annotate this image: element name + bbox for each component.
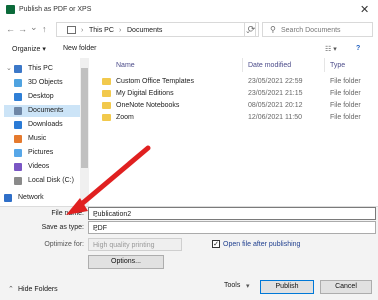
search-placeholder: Search Documents	[281, 27, 341, 34]
folder-icon	[102, 114, 111, 121]
address-bar[interactable]: › This PC › Documents ⌄	[56, 22, 256, 37]
sidebar-item-videos[interactable]: Videos	[4, 161, 80, 173]
sidebar-item-music[interactable]: Music	[4, 133, 80, 145]
cancel-button[interactable]: Cancel	[320, 280, 372, 294]
disk-icon	[14, 177, 22, 185]
tools-button[interactable]: Tools	[224, 282, 240, 289]
organize-button[interactable]: Organize ▾	[12, 45, 46, 53]
network-icon	[4, 194, 12, 202]
pc-icon	[14, 65, 22, 73]
file-name-input[interactable]: Publication2 ⌄	[88, 207, 376, 220]
breadcrumb-separator: ›	[81, 27, 84, 34]
cube-icon	[14, 79, 22, 87]
close-icon[interactable]: ✕	[360, 3, 369, 16]
up-arrow-icon[interactable]: ↑	[42, 24, 47, 34]
open-after-publishing-checkbox[interactable]: ✓	[212, 240, 220, 248]
file-list: Name Date modified Type Custom Office Te…	[90, 58, 378, 208]
refresh-icon[interactable]: ⟳	[244, 22, 259, 37]
sidebar-item-3d-objects[interactable]: 3D Objects	[4, 77, 80, 89]
file-name-label: File name:	[51, 210, 84, 217]
item-date: 08/05/2021 20:12	[248, 102, 303, 109]
recent-locations-chevron-icon[interactable]: ⌄	[30, 22, 38, 33]
list-item[interactable]: OneNote Notebooks 08/05/2021 20:12 File …	[90, 101, 378, 111]
sidebar-item-desktop[interactable]: Desktop	[4, 91, 80, 103]
breadcrumb-documents[interactable]: Documents	[127, 27, 162, 34]
new-folder-button[interactable]: New folder	[63, 45, 96, 52]
publish-button[interactable]: Publish	[260, 280, 314, 294]
item-type: File folder	[330, 90, 361, 97]
documents-icon	[14, 107, 22, 115]
chevron-down-icon[interactable]: ⌄	[93, 225, 372, 233]
videos-icon	[14, 163, 22, 171]
item-name: My Digital Editions	[116, 90, 174, 97]
publisher-app-icon	[6, 5, 15, 14]
desktop-icon	[14, 93, 22, 101]
column-header-date[interactable]: Date modified	[248, 62, 291, 69]
item-name: Zoom	[116, 114, 134, 121]
folder-icon	[102, 102, 111, 109]
back-arrow-icon[interactable]: ←	[6, 24, 15, 34]
item-name: Custom Office Templates	[116, 78, 194, 85]
item-date: 23/05/2021 21:15	[248, 90, 303, 97]
sidebar-item-label: Videos	[28, 163, 50, 170]
item-type: File folder	[330, 102, 361, 109]
options-button[interactable]: Options...	[88, 255, 164, 269]
column-divider[interactable]	[242, 58, 243, 72]
sidebar-item-label: Network	[18, 194, 44, 201]
open-after-publishing-label[interactable]: Open file after publishing	[223, 241, 300, 248]
chevron-down-icon[interactable]: ⌄	[6, 64, 12, 72]
help-icon[interactable]: ?	[356, 45, 360, 52]
sidebar-item-label: 3D Objects	[28, 79, 63, 86]
folder-icon	[102, 90, 111, 97]
sidebar-item-local-disk[interactable]: Local Disk (C:)	[4, 175, 80, 187]
hide-folders-chevron-icon[interactable]: ⌃	[8, 285, 14, 293]
sidebar-item-this-pc[interactable]: ⌄ This PC	[4, 63, 80, 75]
column-header-type[interactable]: Type	[330, 62, 345, 69]
navigation-pane: ⌄ This PC 3D Objects Desktop Documents D…	[0, 58, 80, 208]
pictures-icon	[14, 149, 22, 157]
optimize-for-label: Optimize for:	[44, 241, 84, 248]
window-title: Publish as PDF or XPS	[19, 6, 92, 13]
save-as-type-label: Save as type:	[41, 224, 84, 231]
search-box[interactable]: ⚲ Search Documents	[262, 22, 373, 37]
sidebar-item-downloads[interactable]: Downloads	[4, 119, 80, 131]
sidebar-item-label: Pictures	[28, 149, 54, 156]
sidebar-item-label: Documents	[28, 107, 64, 114]
forward-arrow-icon[interactable]: →	[18, 24, 27, 34]
list-item[interactable]: My Digital Editions 23/05/2021 21:15 Fil…	[90, 89, 378, 99]
sidebar-item-network[interactable]: › Network	[0, 192, 70, 204]
sidebar-item-label: Downloads	[28, 121, 63, 128]
download-icon	[14, 121, 22, 129]
item-date: 23/05/2021 22:59	[248, 78, 303, 85]
hide-folders-link[interactable]: Hide Folders	[18, 286, 58, 293]
list-item[interactable]: Custom Office Templates 23/05/2021 22:59…	[90, 77, 378, 87]
sidebar-item-pictures[interactable]: Pictures	[4, 147, 80, 159]
music-icon	[14, 135, 22, 143]
breadcrumb-this-pc[interactable]: This PC	[89, 27, 114, 34]
column-divider[interactable]	[324, 58, 325, 72]
folder-icon	[102, 78, 111, 85]
sidebar-item-label: Local Disk (C:)	[28, 177, 74, 184]
chevron-down-icon[interactable]: ⌄	[93, 211, 372, 219]
pc-icon	[67, 26, 76, 34]
view-options-icon[interactable]: ☷ ▾	[325, 45, 337, 53]
item-name: OneNote Notebooks	[116, 102, 180, 109]
sidebar-item-label: This PC	[28, 65, 53, 72]
sidebar-item-label: Desktop	[28, 93, 54, 100]
optimize-for-value: High quality printing	[93, 242, 155, 249]
list-item[interactable]: Zoom 12/06/2021 11:50 File folder	[90, 113, 378, 123]
breadcrumb-separator: ›	[119, 27, 122, 34]
sidebar-item-label: Music	[28, 135, 47, 142]
save-as-type-select[interactable]: PDF ⌄	[88, 221, 376, 234]
tools-dropdown-icon[interactable]: ▾	[246, 282, 250, 290]
item-date: 12/06/2021 11:50	[248, 114, 302, 121]
optimize-for-select[interactable]: High quality printing	[88, 238, 182, 251]
sidebar-scrollbar-thumb[interactable]	[81, 68, 88, 168]
column-header-name[interactable]: Name	[116, 62, 135, 69]
search-icon: ⚲	[270, 25, 276, 34]
item-type: File folder	[330, 114, 361, 121]
sidebar-item-documents[interactable]: Documents	[4, 105, 80, 117]
item-type: File folder	[330, 78, 361, 85]
